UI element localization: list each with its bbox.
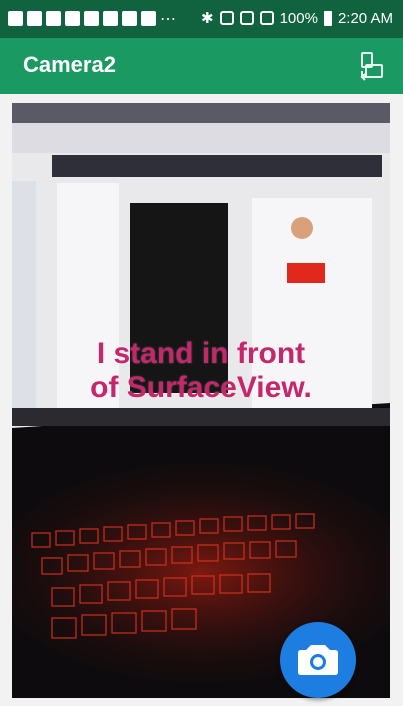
notification-icons (8, 11, 156, 26)
battery-icon (323, 10, 332, 26)
signal-icon (259, 11, 274, 25)
camera-preview: I stand in front of SurfaceView. (12, 103, 390, 698)
mute-icon (219, 11, 234, 25)
gmail-icon (65, 11, 80, 26)
app-bar: Camera2 (0, 38, 403, 94)
switch-camera-button[interactable] (358, 51, 386, 81)
battery-percent: 100% (279, 9, 318, 27)
take-picture-button[interactable] (280, 622, 356, 698)
image-icon (122, 11, 137, 26)
chat-icon (27, 11, 42, 26)
status-bar: ⋯ ✱ 100% 2:20 AM (0, 0, 403, 38)
overlay-text: I stand in front of SurfaceView. (12, 337, 390, 405)
app-icon (141, 11, 156, 26)
system-status: ✱ 100% 2:20 AM (201, 9, 393, 28)
more-notifications-icon: ⋯ (160, 11, 177, 28)
overlay-text-line2: of SurfaceView. (90, 371, 312, 404)
mail-icon (46, 11, 61, 26)
overlay-text-line1: I stand in front (96, 337, 306, 370)
switch-camera-icon (360, 52, 383, 81)
clock: 2:20 AM (337, 9, 393, 27)
wifi-notification-icon (103, 11, 118, 26)
alarm-icon (239, 11, 254, 25)
email-icon (84, 11, 99, 26)
app-title: Camera2 (23, 52, 116, 77)
bluetooth-icon: ✱ (201, 10, 214, 27)
facebook-icon (8, 11, 23, 26)
camera-icon (298, 645, 338, 675)
